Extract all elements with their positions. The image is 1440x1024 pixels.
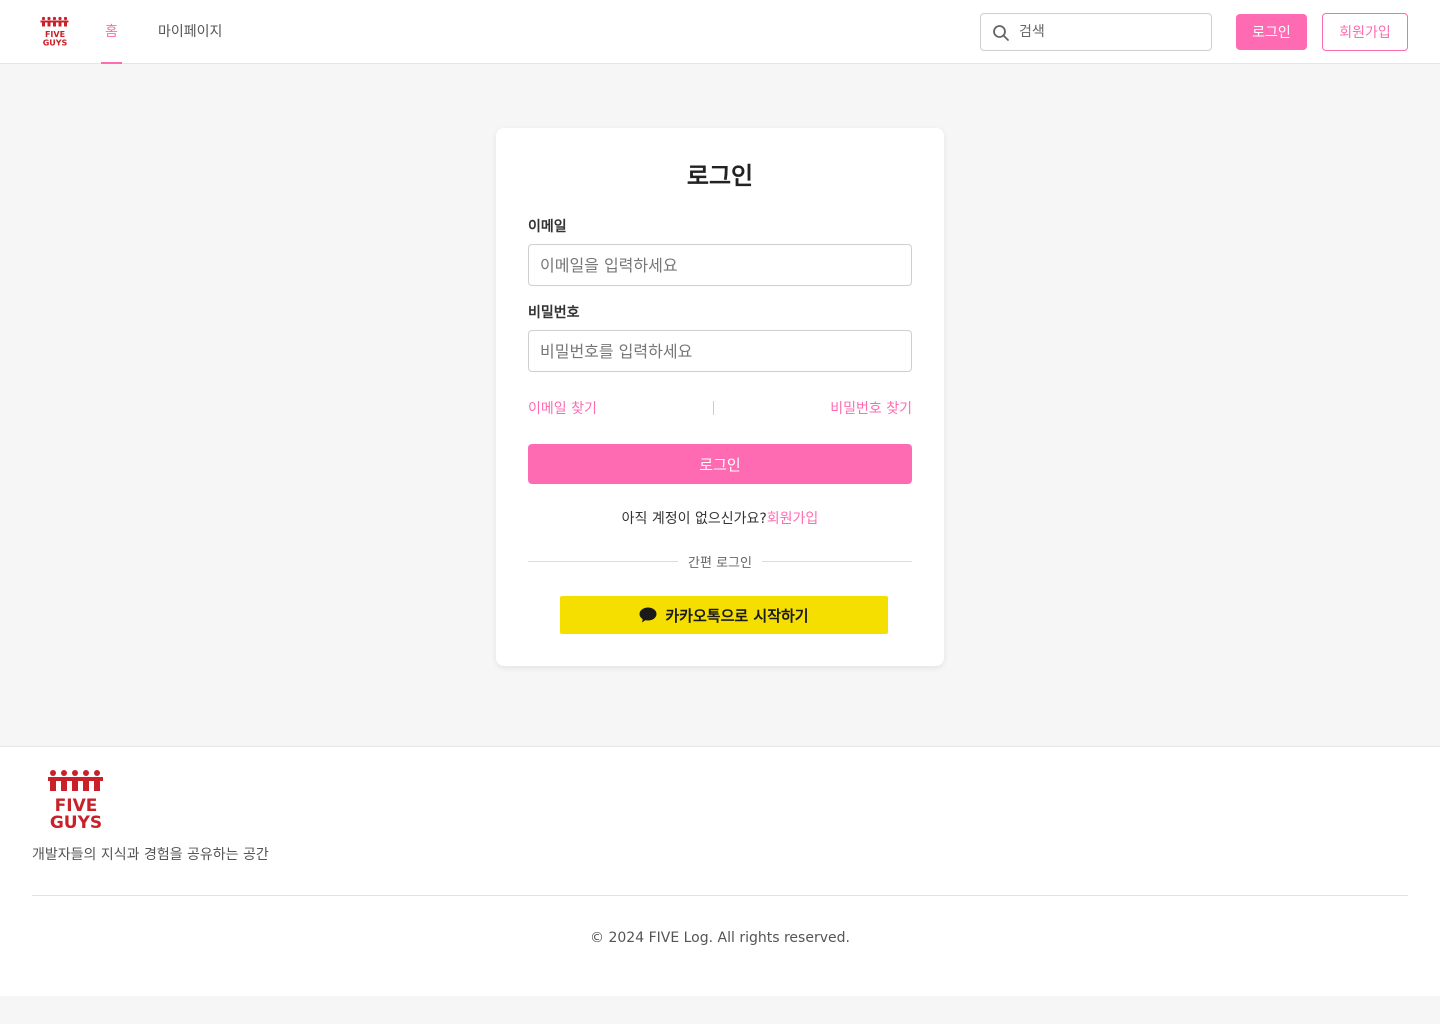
login-submit-button[interactable]: 로그인 bbox=[528, 444, 912, 484]
kakao-speech-bubble-icon bbox=[639, 607, 657, 623]
login-card: 로그인 이메일 비밀번호 이메일 찾기 비밀번호 찾기 로그인 아직 계정이 없… bbox=[496, 128, 944, 666]
divider-line-right bbox=[762, 561, 912, 562]
footer-description: 개발자들의 지식과 경험을 공유하는 공간 bbox=[32, 847, 269, 863]
logo-text-bottom: GUYS bbox=[43, 39, 68, 48]
password-field[interactable] bbox=[528, 330, 912, 372]
header-signup-button[interactable]: 회원가입 bbox=[1322, 13, 1408, 51]
kakao-login-button[interactable]: 카카오톡으로 시작하기 bbox=[560, 596, 888, 634]
nav-mypage-tab[interactable]: 마이페이지 bbox=[158, 0, 222, 64]
kakao-login-label: 카카오톡으로 시작하기 bbox=[665, 606, 809, 625]
find-password-link[interactable]: 비밀번호 찾기 bbox=[830, 398, 912, 418]
footer-logo-text-bottom: GUYS bbox=[50, 813, 102, 831]
footer: FIVE GUYS 개발자들의 지식과 경험을 공유하는 공간 © 2024 F… bbox=[0, 746, 1440, 996]
email-field[interactable] bbox=[528, 244, 912, 286]
link-divider bbox=[713, 401, 714, 415]
social-login-divider: 간편 로그인 bbox=[528, 552, 912, 572]
signup-prompt: 아직 계정이 없으신가요?회원가입 bbox=[496, 508, 944, 528]
find-account-links: 이메일 찾기 비밀번호 찾기 bbox=[528, 398, 912, 418]
five-guys-logo[interactable]: FIVE GUYS bbox=[40, 16, 70, 48]
email-label: 이메일 bbox=[528, 219, 567, 235]
password-label: 비밀번호 bbox=[528, 305, 580, 321]
nav-home-tab[interactable]: 홈 bbox=[101, 0, 122, 64]
five-guys-logo-footer: FIVE GUYS bbox=[48, 770, 103, 831]
copyright-text: © 2024 FIVE Log. All rights reserved. bbox=[590, 930, 850, 946]
header-login-button[interactable]: 로그인 bbox=[1236, 14, 1307, 50]
footer-divider bbox=[32, 895, 1408, 896]
signup-link[interactable]: 회원가입 bbox=[767, 511, 819, 527]
top-navigation-bar: FIVE GUYS 홈 마이페이지 로그인 회원가입 bbox=[0, 0, 1440, 64]
login-title: 로그인 bbox=[686, 162, 754, 190]
search-input[interactable] bbox=[1019, 14, 1205, 50]
no-account-text: 아직 계정이 없으신가요? bbox=[621, 511, 767, 527]
find-email-link[interactable]: 이메일 찾기 bbox=[528, 398, 597, 418]
search-icon bbox=[993, 25, 1009, 41]
search-box bbox=[980, 13, 1212, 51]
